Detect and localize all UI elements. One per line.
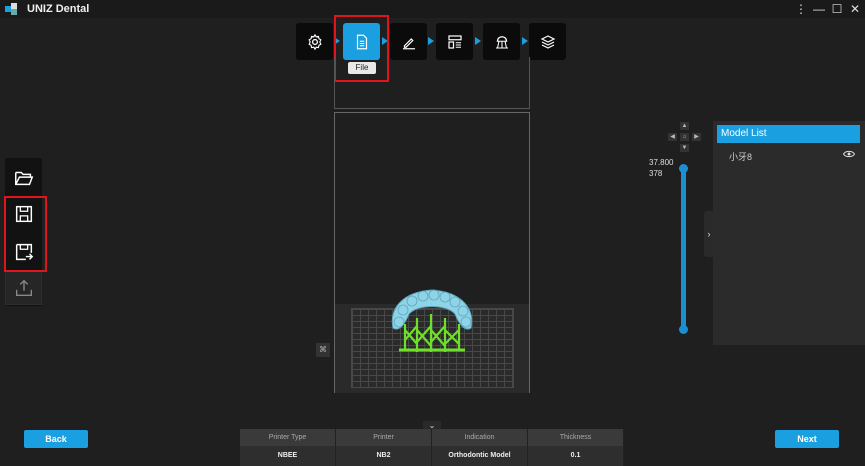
- info-printer-type: Printer Type NBEE: [240, 429, 336, 466]
- layer-slider-track[interactable]: [681, 166, 686, 332]
- minimize-button[interactable]: —: [813, 0, 825, 18]
- step-edit-button[interactable]: [390, 23, 427, 60]
- layers-icon: [540, 34, 555, 49]
- dental-model[interactable]: [385, 284, 480, 356]
- gear-icon: [307, 33, 322, 50]
- nav-down-icon[interactable]: ▼: [680, 144, 689, 152]
- export-button[interactable]: [5, 270, 42, 305]
- highlight-box-save: [4, 196, 47, 272]
- info-header: Printer: [336, 429, 432, 446]
- home-icon[interactable]: ⌂: [680, 133, 689, 141]
- step-layout-button[interactable]: [436, 23, 473, 60]
- info-value: NB2: [336, 446, 432, 466]
- nav-left-icon[interactable]: ◀: [668, 133, 677, 141]
- view-orientation-icon[interactable]: ⌘: [316, 343, 330, 357]
- model-list-title: Model List: [717, 125, 860, 143]
- info-indication: Indication Orthodontic Model: [432, 429, 528, 466]
- support-icon: [495, 35, 508, 49]
- view-navigation-pad: ▲ ◀ ⌂ ▶ ▼: [668, 122, 702, 156]
- next-button[interactable]: Next: [775, 430, 839, 448]
- close-button[interactable]: ✕: [849, 0, 861, 18]
- model-list-panel: Model List 小牙8: [713, 121, 865, 345]
- info-value: 0.1: [528, 446, 624, 466]
- support-structure: [399, 314, 465, 352]
- title-bar: UNIZ Dental ⋮ — ☐ ✕: [0, 0, 865, 18]
- info-value: NBEE: [240, 446, 336, 466]
- app-title: UNIZ Dental: [27, 3, 90, 15]
- layer-number-value: 378: [649, 169, 663, 178]
- folder-open-icon: [14, 171, 33, 185]
- layer-slider-bottom-handle[interactable]: [679, 325, 688, 334]
- printer-info-table: Printer Type NBEE Printer NB2 Indication…: [240, 429, 625, 466]
- step-arrow-icon: [428, 37, 434, 45]
- step-settings-button[interactable]: [296, 23, 333, 60]
- layout-icon: [447, 34, 462, 49]
- eye-icon[interactable]: [843, 149, 855, 159]
- layer-height-value: 37.800: [649, 158, 674, 167]
- open-file-button[interactable]: [5, 160, 42, 195]
- layer-slider-top-handle[interactable]: [679, 164, 688, 173]
- info-header: Indication: [432, 429, 528, 446]
- nav-up-icon[interactable]: ▲: [680, 122, 689, 130]
- step-support-button[interactable]: [483, 23, 520, 60]
- step-arrow-icon: [475, 37, 481, 45]
- app-window: UNIZ Dental ⋮ — ☐ ✕ File ⌘ ▲ ◀ ⌂ ▶ ▼ 37.…: [0, 0, 865, 466]
- info-thickness: Thickness 0.1: [528, 429, 624, 466]
- upload-icon: [15, 279, 32, 296]
- model-list-item[interactable]: 小牙8: [729, 150, 752, 163]
- info-header: Printer Type: [240, 429, 336, 446]
- info-header: Thickness: [528, 429, 624, 446]
- step-slice-button[interactable]: [529, 23, 566, 60]
- back-button[interactable]: Back: [24, 430, 88, 448]
- step-arrow-icon: [522, 37, 528, 45]
- info-printer: Printer NB2: [336, 429, 432, 466]
- pencil-icon: [402, 37, 415, 49]
- app-logo-icon: [5, 3, 19, 15]
- maximize-button[interactable]: ☐: [831, 0, 843, 18]
- more-menu-icon[interactable]: ⋮: [795, 0, 807, 18]
- info-value: Orthodontic Model: [432, 446, 528, 466]
- nav-right-icon[interactable]: ▶: [692, 133, 701, 141]
- build-volume-top: [334, 57, 530, 109]
